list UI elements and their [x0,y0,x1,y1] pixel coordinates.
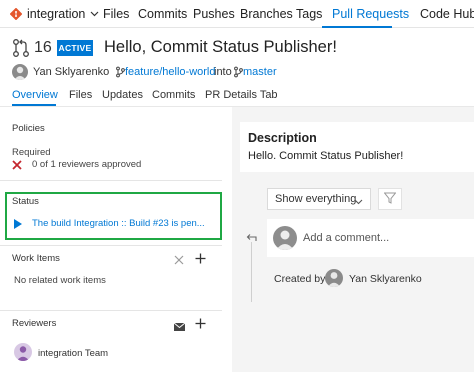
comment-input[interactable] [303,228,468,248]
reply-icon [245,231,257,241]
activity-filter-dropdown[interactable]: Show everything [267,188,371,210]
tab-overview[interactable]: Overview [12,89,58,101]
avatar[interactable] [14,343,32,361]
top-navigation: integration Files Commits Pushes Branche… [0,0,474,28]
timeline-line [251,242,252,302]
description-title: Description [248,131,317,145]
tab-commits[interactable]: Commits [152,89,195,101]
close-icon [12,159,22,170]
divider [0,310,222,311]
pr-number: 16 [34,39,52,56]
repo-selector[interactable]: integration [10,5,99,23]
page-title: Hello, Commit Status Publisher! [104,38,337,56]
avatar [273,226,297,250]
created-by-name[interactable]: Yan Sklyarenko [349,273,422,285]
created-by-label: Created by [274,273,326,285]
tab-updates[interactable]: Updates [102,89,143,101]
branch-icon [115,66,125,78]
chevron-down-icon [90,10,99,19]
active-nav-indicator [322,26,392,28]
work-items-empty: No related work items [14,275,106,286]
nav-pushes[interactable]: Pushes [193,7,235,21]
avatar[interactable] [12,64,28,80]
nav-branches[interactable]: Branches [240,7,293,21]
status-badge: ACTIVE [57,40,93,56]
author-name[interactable]: Yan Sklyarenko [33,66,109,78]
source-branch-link[interactable]: feature/hello-world [125,66,216,78]
target-branch-link[interactable]: master [243,66,277,78]
mail-icon[interactable] [173,320,186,331]
funnel-icon [383,192,397,207]
nav-tags[interactable]: Tags [296,7,322,21]
work-items-title: Work Items [12,253,60,264]
tab-files[interactable]: Files [69,89,92,101]
divider [0,245,222,246]
play-icon [14,218,22,229]
pull-request-icon [12,38,30,58]
repo-name: integration [27,7,86,21]
avatar[interactable] [325,269,343,287]
add-icon[interactable] [195,253,206,264]
reviewers-approval-status: 0 of 1 reviewers approved [32,159,142,170]
tab-pr-details[interactable]: PR Details Tab [205,89,278,101]
repo-icon [10,8,22,20]
filter-button[interactable] [378,188,402,210]
status-title: Status [12,196,39,207]
close-icon[interactable] [174,254,184,265]
branch-icon [233,66,243,78]
reviewers-title: Reviewers [12,318,57,329]
required-label: Required [12,147,51,158]
reviewer-name[interactable]: integration Team [38,348,108,359]
policies-title: Policies [12,123,45,134]
nav-commits[interactable]: Commits [138,7,187,21]
description-card [240,122,474,172]
build-status-link[interactable]: The build Integration :: Build #23 is pe… [32,218,205,229]
chevron-down-icon [354,196,363,205]
into-label: into [214,66,232,78]
add-icon[interactable] [195,318,206,329]
description-body: Hello. Commit Status Publisher! [248,150,404,162]
nav-files[interactable]: Files [103,7,129,21]
nav-code-hub[interactable]: Code Hub [420,7,474,21]
filter-selected-value: Show everything [275,193,357,205]
nav-pull-requests[interactable]: Pull Requests [332,7,409,21]
divider [0,180,222,181]
